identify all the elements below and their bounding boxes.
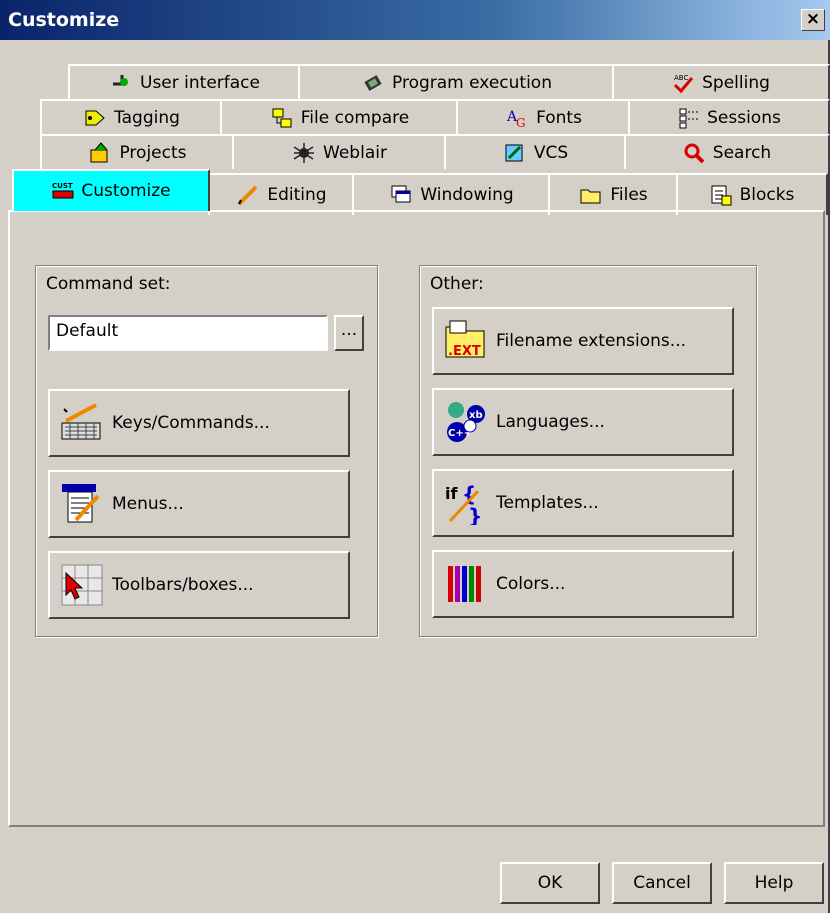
filename-extensions-label: Filename extensions... [496,331,687,351]
other-group: Other: .EXT Filename extensions... xb C++… [419,265,757,637]
folder-icon [580,184,602,206]
file-extension-icon: .EXT [444,319,488,363]
tab-label: Projects [119,142,187,163]
svg-text:xb: xb [469,410,483,421]
chip-icon [362,72,384,94]
templates-button[interactable]: if{} Templates... [432,469,734,537]
tab-fonts[interactable]: AG Fonts [456,99,632,134]
close-button[interactable]: × [801,9,825,31]
svg-text:CUST: CUST [52,182,73,190]
svg-text:if: if [445,484,458,503]
tab-label: Sessions [707,107,781,128]
svg-text:ABC: ABC [674,74,688,82]
keys-commands-button[interactable]: Keys/Commands... [48,389,350,457]
colors-icon [444,562,488,606]
tab-label: Weblair [323,142,387,163]
keyboard-icon [60,401,104,445]
fonts-icon: AG [506,107,528,130]
filename-extensions-button[interactable]: .EXT Filename extensions... [432,307,734,375]
tab-vcs[interactable]: VCS [444,134,628,169]
customize-dialog: Customize × User interface Program execu… [0,0,830,913]
tab-projects[interactable]: Projects [40,134,236,169]
tab-label: Editing [267,185,327,205]
tab-label: Files [610,185,648,205]
tab-spelling[interactable]: ABC Spelling [612,64,830,99]
tab-strip: User interface Program execution ABC Spe… [0,40,830,215]
cancel-button[interactable]: Cancel [612,862,712,904]
tab-label: File compare [300,107,410,128]
sessions-icon [677,107,699,129]
languages-label: Languages... [496,412,605,432]
tab-label: Customize [81,181,171,201]
menu-icon [60,482,104,526]
tab-label: Spelling [702,72,770,93]
command-set-group: Command set: Default ... Keys/Commands..… [35,265,378,637]
svg-text:.EXT: .EXT [448,344,481,359]
pencil-icon [237,184,259,206]
svg-text:}: } [468,504,482,525]
tab-label: Search [712,142,772,163]
tab-page-customize: Command set: Default ... Keys/Commands..… [8,210,825,827]
tab-editing[interactable]: Editing [208,173,356,215]
tab-customize[interactable]: CUST Customize [12,169,210,211]
keys-commands-label: Keys/Commands... [112,413,270,433]
blocks-icon [710,184,732,206]
projects-icon [89,141,111,164]
templates-icon: if{} [444,481,488,528]
compare-icon [271,107,293,129]
tab-label: VCS [533,142,569,163]
windows-icon [390,184,412,206]
colors-label: Colors... [496,574,566,594]
tab-label: Windowing [420,185,514,205]
ok-button[interactable]: OK [500,862,600,904]
tab-program-execution[interactable]: Program execution [298,64,616,99]
languages-button[interactable]: xb C++ Languages... [432,388,734,456]
tab-user-interface[interactable]: User interface [68,64,302,99]
tab-search[interactable]: Search [624,134,830,169]
cust-icon: CUST [51,180,74,202]
toolbars-boxes-button[interactable]: Toolbars/boxes... [48,551,350,619]
spider-icon [293,142,315,164]
toolbar-grid-icon [60,563,104,607]
command-set-browse-button[interactable]: ... [334,315,364,351]
languages-icon: xb C++ [444,400,488,444]
window-title: Customize [8,9,120,31]
tab-label: Program execution [392,72,552,93]
tab-label: Tagging [114,107,180,128]
tag-icon [84,107,106,129]
magnifier-icon [683,142,705,164]
tab-label: Fonts [536,107,582,128]
tab-weblair[interactable]: Weblair [232,134,448,169]
tab-tagging[interactable]: Tagging [40,99,224,134]
tab-sessions[interactable]: Sessions [628,99,830,134]
menus-label: Menus... [112,494,184,514]
pin-icon [110,72,132,94]
tab-files[interactable]: Files [548,173,680,215]
templates-label: Templates... [496,493,599,513]
tab-label: User interface [140,72,260,93]
tab-label: Blocks [739,185,795,205]
tab-blocks[interactable]: Blocks [676,173,828,215]
tab-file-compare[interactable]: File compare [220,99,460,134]
toolbars-boxes-label: Toolbars/boxes... [112,575,254,595]
command-set-label: Command set: [46,274,171,294]
tab-windowing[interactable]: Windowing [352,173,552,215]
menus-button[interactable]: Menus... [48,470,350,538]
svg-text:G: G [516,116,526,129]
colors-button[interactable]: Colors... [432,550,734,618]
command-set-field[interactable]: Default [48,315,328,351]
other-label: Other: [430,274,484,294]
help-button[interactable]: Help [724,862,824,904]
title-bar: Customize × [0,0,830,40]
spellcheck-icon: ABC [672,72,694,94]
vcs-icon [504,142,526,164]
